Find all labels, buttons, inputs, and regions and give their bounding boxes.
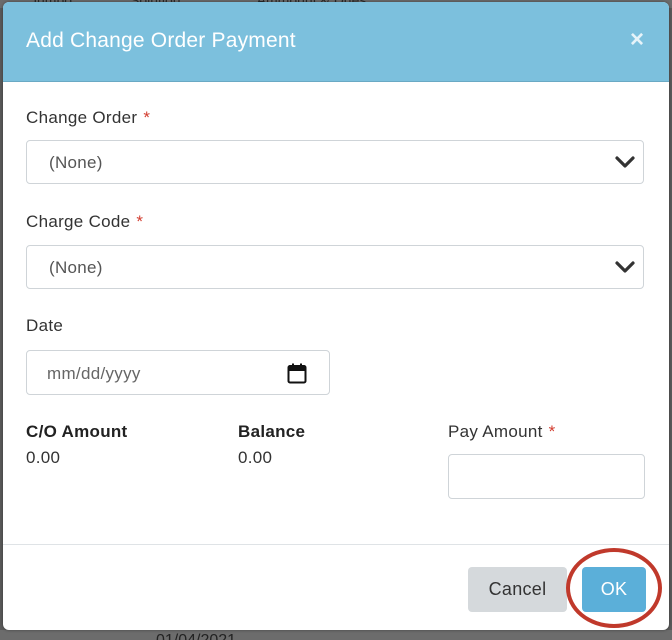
balance-label: Balance bbox=[238, 422, 306, 441]
ok-button[interactable]: OK bbox=[582, 567, 646, 612]
co-amount-value: 0.00 bbox=[26, 448, 61, 467]
footer-divider bbox=[3, 544, 669, 545]
co-amount-label: C/O Amount bbox=[26, 422, 128, 441]
change-order-label-text: Change Order bbox=[26, 108, 138, 127]
date-input[interactable]: mm/dd/yyyy bbox=[26, 350, 330, 395]
pay-amount-label: Pay Amount * bbox=[448, 422, 556, 442]
close-icon[interactable]: × bbox=[627, 26, 647, 54]
charge-code-select[interactable]: (None) bbox=[26, 245, 644, 289]
chevron-down-icon bbox=[615, 156, 635, 168]
date-label: Date bbox=[26, 316, 64, 335]
required-marker: * bbox=[143, 108, 151, 127]
calendar-icon[interactable] bbox=[287, 363, 307, 384]
charge-code-select-value: (None) bbox=[49, 258, 103, 277]
change-order-select[interactable]: (None) bbox=[26, 140, 644, 184]
date-placeholder: mm/dd/yyyy bbox=[47, 364, 141, 383]
charge-code-label: Charge Code * bbox=[26, 212, 143, 232]
change-order-select-value: (None) bbox=[49, 153, 103, 172]
dialog-header: Add Change Order Payment × bbox=[3, 2, 669, 82]
cancel-button[interactable]: Cancel bbox=[468, 567, 567, 612]
charge-code-label-text: Charge Code bbox=[26, 212, 131, 231]
add-change-order-payment-dialog: Add Change Order Payment × Change Order *… bbox=[3, 2, 669, 630]
dialog-title: Add Change Order Payment bbox=[26, 29, 296, 52]
balance-value: 0.00 bbox=[238, 448, 273, 467]
background-page-bottom: 01/04/2021 bbox=[0, 630, 672, 640]
pay-amount-label-text: Pay Amount bbox=[448, 422, 543, 441]
required-marker: * bbox=[548, 422, 556, 441]
chevron-down-icon bbox=[615, 261, 635, 273]
background-text: 01/04/2021 bbox=[156, 632, 236, 640]
change-order-label: Change Order * bbox=[26, 108, 150, 128]
pay-amount-input[interactable] bbox=[448, 454, 645, 499]
required-marker: * bbox=[136, 212, 144, 231]
